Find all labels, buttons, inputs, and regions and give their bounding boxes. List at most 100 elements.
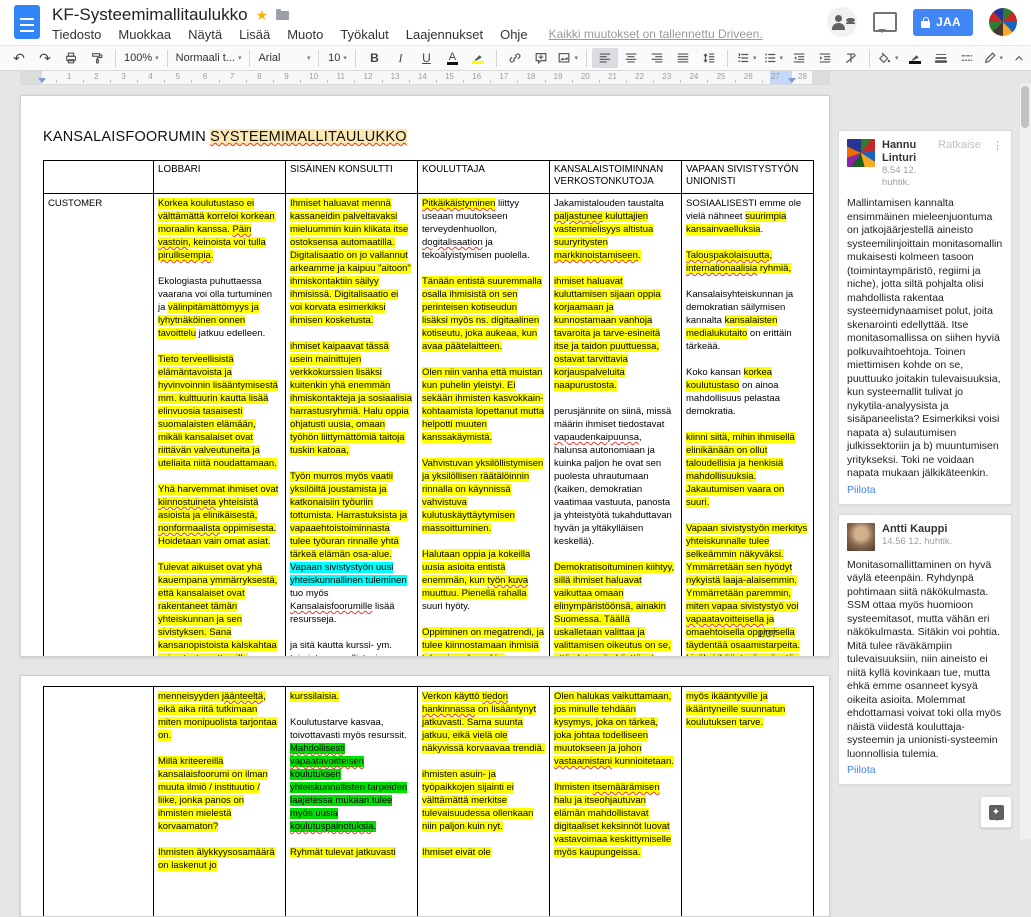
document-title[interactable]: KF-Systeemimallitaulukko (52, 5, 248, 25)
table-cell-col1[interactable]: Korkea koulutustaso ei välttämättä korre… (154, 194, 286, 658)
paragraph-style-select[interactable]: Normaali t...▾ (173, 48, 245, 68)
page-1[interactable]: KANSALAISFOORUMIN SYSTEEMIMALLITAULUKKO … (20, 95, 830, 657)
ruler-tick (517, 80, 518, 83)
ruler-tick (137, 80, 138, 83)
ruler-number: 11 (337, 72, 345, 81)
zoom-select[interactable]: 100%▾ (121, 48, 162, 68)
font-select[interactable]: Arial▾ (255, 48, 313, 68)
cell-paragraph: ihmisten asuin- ja työpaikkojen sijainti… (422, 768, 545, 833)
paint-format-button[interactable] (84, 48, 110, 68)
table-header-role[interactable]: VAPAAN SIVISTYSTYÖN UNIONISTI (682, 161, 814, 194)
docs-logo-icon[interactable] (14, 5, 40, 39)
insert-image-button[interactable]: ▾ (554, 48, 581, 68)
align-justify-button[interactable] (670, 48, 696, 68)
border-color-button[interactable] (902, 48, 928, 68)
share-button[interactable]: JAA (913, 9, 973, 36)
numbered-list-button[interactable]: ▾ (733, 48, 760, 68)
system-model-table-continued[interactable]: menneisyyden jäänteeltä, eikä aika riitä… (43, 686, 814, 917)
editing-mode-button[interactable]: ▾ (980, 48, 1007, 68)
menu-näytä[interactable]: Näytä (188, 27, 222, 42)
menu-lisää[interactable]: Lisää (239, 27, 270, 42)
menu-työkalut[interactable]: Työkalut (340, 27, 388, 42)
undo-button[interactable]: ↶ (6, 48, 32, 68)
bold-button[interactable]: B (361, 48, 387, 68)
row-label-customer[interactable]: CUSTOMER (44, 194, 154, 658)
share-button-label: JAA (936, 15, 961, 29)
table-cell-p2-col3[interactable]: Verkon käyttö tiedon hankinnassa on lisä… (418, 687, 550, 917)
align-right-button[interactable] (644, 48, 670, 68)
collapse-toolbar-button[interactable] (1006, 48, 1031, 68)
table-cell-col4[interactable]: Jakamistalouden taustalta paljastunee ku… (550, 194, 682, 658)
scrollbar[interactable] (1019, 84, 1031, 839)
save-status-link[interactable]: Kaikki muutokset on tallennettu Driveen. (549, 27, 763, 42)
comment-card[interactable]: Hannu Linturi8.54 12. huhtik.Ratkaise⋮Ma… (838, 130, 1012, 505)
move-folder-icon[interactable] (276, 11, 289, 20)
table-header-role[interactable]: LOBBARI (154, 161, 286, 194)
cell-paragraph: ihmiset kaipaavat tässä usein mainittuje… (290, 340, 413, 457)
cell-paragraph: Koko kansan korkea koulutustaso on ainoa… (686, 366, 809, 418)
underline-button[interactable]: U (413, 48, 439, 68)
table-header-empty[interactable] (44, 161, 154, 194)
line-spacing-button[interactable] (696, 48, 722, 68)
menu-laajennukset[interactable]: Laajennukset (406, 27, 483, 42)
cell-paragraph: Vapaan sivistystyön merkitys yhteiskunna… (686, 522, 809, 657)
insert-link-button[interactable] (502, 48, 528, 68)
clear-formatting-button[interactable] (838, 48, 864, 68)
cell-paragraph: Ihmisten älykkyysosamäärä on laskenut jo (158, 846, 281, 872)
ruler-number: 8 (257, 72, 261, 81)
comments-icon[interactable] (873, 12, 897, 32)
ruler-number: 17 (499, 72, 508, 81)
border-width-button[interactable] (928, 48, 954, 68)
system-model-table[interactable]: LOBBARISISÄINEN KONSULTTIKOULUTTAJAKANSA… (43, 160, 814, 657)
user-avatar[interactable] (989, 8, 1017, 36)
ruler-number: 18 (526, 72, 535, 81)
text-color-button[interactable]: A (439, 48, 465, 68)
table-header-role[interactable]: KOULUTTAJA (418, 161, 550, 194)
align-center-button[interactable] (618, 48, 644, 68)
cell-paragraph: Olen halukas vaikuttamaan, jos minulle t… (554, 690, 677, 768)
table-cell-col3[interactable]: Pitkäikäistyminen liittyy useaan muutoks… (418, 194, 550, 658)
redo-button[interactable]: ↷ (32, 48, 58, 68)
increase-indent-button[interactable] (812, 48, 838, 68)
table-cell-p2-col1[interactable]: menneisyyden jäänteeltä, eikä aika riitä… (154, 687, 286, 917)
presence-icon[interactable] (827, 7, 857, 37)
menu-muoto[interactable]: Muoto (287, 27, 323, 42)
toolbar: ↶ ↷ 100%▾ Normaali t...▾ Arial▾ 10▾ B I … (0, 45, 1031, 71)
menu-ohje[interactable]: Ohje (500, 27, 527, 42)
scrollbar-thumb[interactable] (1021, 86, 1029, 128)
resolve-button[interactable]: Ratkaise (938, 139, 981, 151)
italic-button[interactable]: I (387, 48, 413, 68)
ruler-number: 1 (67, 72, 71, 81)
print-button[interactable] (58, 48, 84, 68)
insert-comment-button[interactable] (528, 48, 554, 68)
ruler-tick (436, 80, 437, 83)
font-size-select[interactable]: 10▾ (324, 48, 350, 68)
table-cell-col2[interactable]: Ihmiset haluavat mennä kassaneidin palve… (286, 194, 418, 658)
table-cell-p2-col2[interactable]: kurssilaisia.Koulutustarve kasvaa, toivo… (286, 687, 418, 917)
explore-button[interactable]: ✦ (980, 796, 1012, 828)
hide-comment-link[interactable]: Piilota (847, 764, 1003, 776)
table-cell-empty[interactable] (44, 687, 154, 917)
fill-color-button[interactable]: ▾ (875, 48, 902, 68)
page-2[interactable]: menneisyyden jäänteeltä, eikä aika riitä… (20, 675, 830, 917)
menu-muokkaa[interactable]: Muokkaa (118, 27, 171, 42)
bulleted-list-button[interactable]: ▾ (760, 48, 787, 68)
decrease-indent-button[interactable] (786, 48, 812, 68)
hide-comment-link[interactable]: Piilota (847, 484, 1003, 496)
comment-card[interactable]: Antti Kauppi14.56 12. huhtik.Monitasomal… (838, 514, 1012, 786)
table-cell-col5[interactable]: SOSIAALISESTI emme ole vielä nähneet suu… (682, 194, 814, 658)
ruler[interactable]: 1234567891011121314151617181920212223242… (0, 71, 1031, 84)
align-left-button[interactable] (592, 48, 618, 68)
comment-menu-icon[interactable]: ⋮ (992, 139, 1003, 152)
highlight-color-button[interactable] (465, 48, 491, 68)
border-dash-button[interactable] (954, 48, 980, 68)
ruler-tick (191, 80, 192, 83)
table-cell-p2-col4[interactable]: Olen halukas vaikuttamaan, jos minulle t… (550, 687, 682, 917)
title-highlight: SYSTEEMIMALLITAULUKKO (210, 129, 407, 145)
star-icon[interactable]: ★ (256, 8, 269, 22)
table-header-role[interactable]: SISÄINEN KONSULTTI (286, 161, 418, 194)
ruler-number: 7 (230, 72, 234, 81)
table-header-role[interactable]: KANSALAISTOIMINNAN VERKOSTONKUTOJA (550, 161, 682, 194)
menu-tiedosto[interactable]: Tiedosto (52, 27, 101, 42)
table-cell-p2-col5[interactable]: myös ikääntyville ja ikääntyneille suunn… (682, 687, 814, 917)
